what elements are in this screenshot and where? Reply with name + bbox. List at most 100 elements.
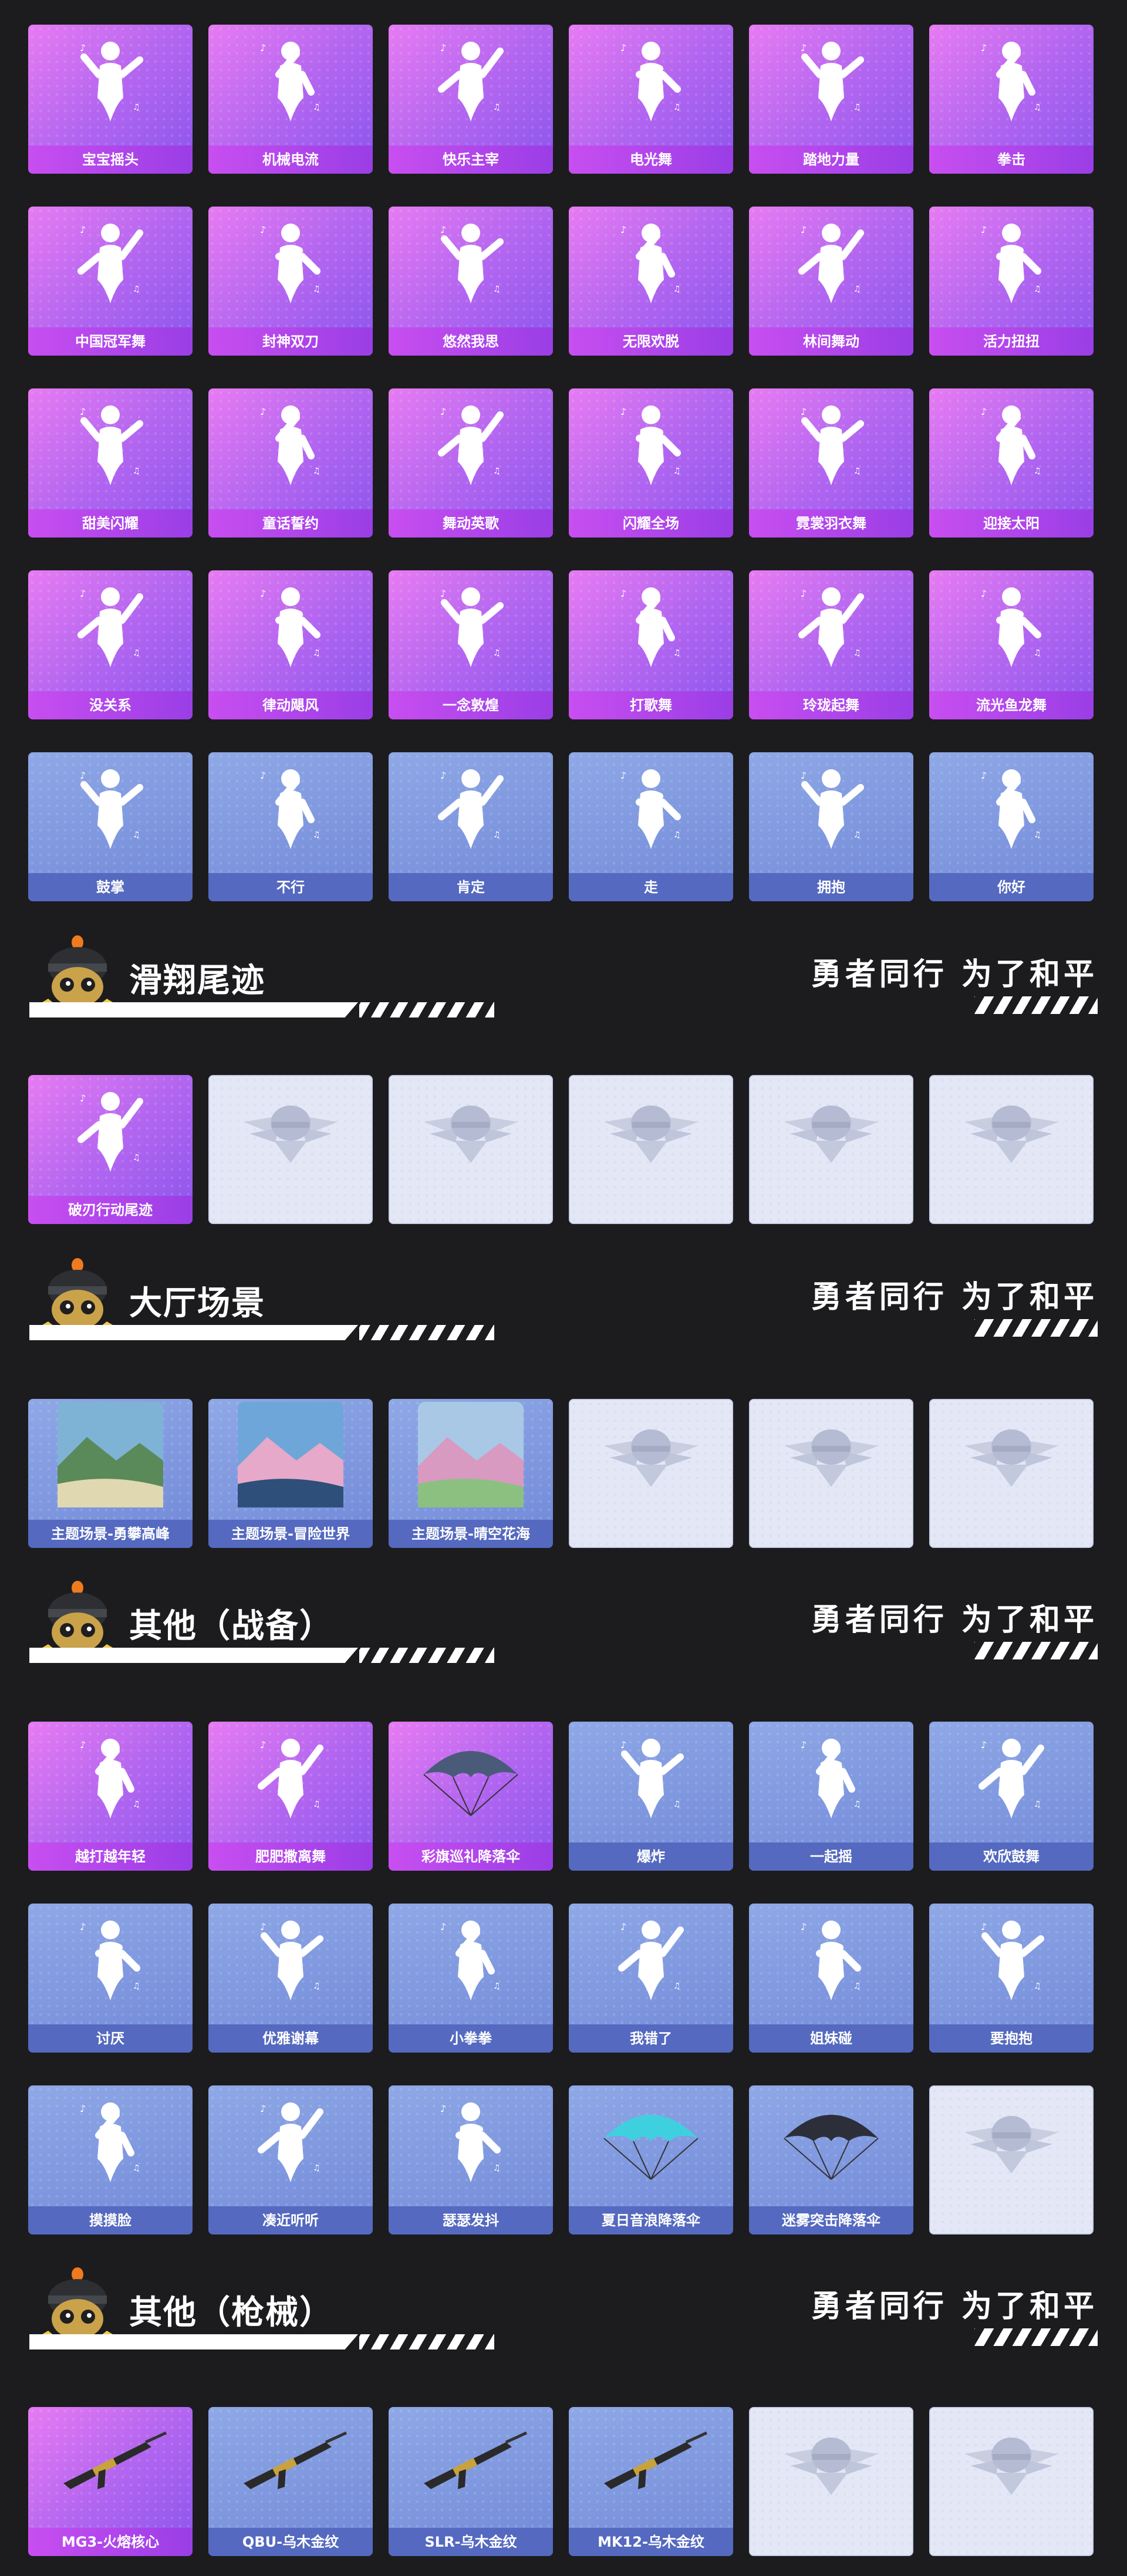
section-title: 大厅场景 bbox=[129, 1284, 265, 1323]
svg-text:♫: ♫ bbox=[673, 830, 681, 840]
empty-slot[interactable] bbox=[749, 1075, 913, 1224]
item-image: ♪ ♫ bbox=[793, 1730, 869, 1827]
svg-text:♪: ♪ bbox=[80, 588, 86, 599]
svg-text:♫: ♫ bbox=[1034, 1800, 1041, 1809]
emote-card[interactable]: ♪ ♫ 中国冠军舞 bbox=[28, 207, 193, 356]
gear-card[interactable]: ♪ ♫ 越打越年轻 bbox=[28, 1722, 193, 1871]
gun-card[interactable]: SLR-乌木金纹 bbox=[389, 2407, 553, 2556]
emote-card[interactable]: ♪ ♫ 没关系 bbox=[28, 570, 193, 719]
item-label: 童话誓约 bbox=[208, 509, 373, 537]
item-image bbox=[232, 2430, 349, 2497]
item-image bbox=[238, 1401, 343, 1510]
emote-card[interactable]: ♪ ♫ 打歌舞 bbox=[569, 570, 733, 719]
emote-card[interactable]: ♪ ♫ 无限欢脱 bbox=[569, 207, 733, 356]
emote-card[interactable]: ♪ ♫ 甜美闪耀 bbox=[28, 388, 193, 537]
emote-card[interactable]: ♪ ♫ 宝宝摇头 bbox=[28, 25, 193, 174]
emote-card[interactable]: ♪ ♫ 拳击 bbox=[929, 25, 1094, 174]
emote-card[interactable]: ♪ ♫ 一念敦煌 bbox=[389, 570, 553, 719]
item-image bbox=[778, 2419, 884, 2509]
emote-card[interactable]: ♪ ♫ 童话誓约 bbox=[208, 388, 373, 537]
svg-text:♫: ♫ bbox=[673, 1800, 681, 1809]
empty-slot[interactable] bbox=[929, 2407, 1094, 2556]
gear-card[interactable]: ♪ ♫ 瑟瑟发抖 bbox=[389, 2085, 553, 2234]
emote-card[interactable]: ♪ ♫ 鼓掌 bbox=[28, 752, 193, 901]
emote-card[interactable]: ♪ ♫ 玲珑起舞 bbox=[749, 570, 913, 719]
emote-card[interactable]: ♪ ♫ 舞动英歌 bbox=[389, 388, 553, 537]
item-image bbox=[52, 2430, 169, 2497]
emote-card[interactable]: ♪ ♫ 林间舞动 bbox=[749, 207, 913, 356]
emote-card[interactable]: ♪ ♫ 律动飓风 bbox=[208, 570, 373, 719]
svg-text:♪: ♪ bbox=[440, 406, 446, 417]
svg-text:♫: ♫ bbox=[493, 1982, 501, 1991]
emote-card[interactable]: ♪ ♫ 你好 bbox=[929, 752, 1094, 901]
svg-text:♫: ♫ bbox=[313, 830, 320, 840]
gear-card[interactable]: ♪ ♫ 欢欣鼓舞 bbox=[929, 1722, 1094, 1871]
svg-text:♫: ♫ bbox=[133, 466, 140, 476]
emote-card[interactable]: ♪ ♫ 霓裳羽衣舞 bbox=[749, 388, 913, 537]
empty-slot[interactable] bbox=[929, 1075, 1094, 1224]
empty-slot[interactable] bbox=[569, 1399, 733, 1548]
gear-card[interactable]: ♪ ♫ 姐妹碰 bbox=[749, 1904, 913, 2053]
svg-text:♫: ♫ bbox=[313, 648, 320, 658]
emote-card[interactable]: ♪ ♫ 活力扭扭 bbox=[929, 207, 1094, 356]
emote-card[interactable]: ♪ ♫ 不行 bbox=[208, 752, 373, 901]
empty-slot[interactable] bbox=[929, 1399, 1094, 1548]
item-image: ♪ ♫ bbox=[433, 2094, 509, 2190]
gun-card[interactable]: QBU-乌木金纹 bbox=[208, 2407, 373, 2556]
emote-card[interactable]: ♪ ♫ 电光舞 bbox=[569, 25, 733, 174]
gear-card[interactable]: ♪ ♫ 一起摇 bbox=[749, 1722, 913, 1871]
empty-slot[interactable] bbox=[389, 1075, 553, 1224]
emote-card[interactable]: ♪ ♫ 拥抱 bbox=[749, 752, 913, 901]
lobby-scene-card[interactable]: 主题场景-晴空花海 bbox=[389, 1399, 553, 1548]
svg-text:♪: ♪ bbox=[620, 1921, 626, 1932]
emote-card[interactable]: ♪ ♫ 肯定 bbox=[389, 752, 553, 901]
gear-card[interactable]: ♪ ♫ 我错了 bbox=[569, 1904, 733, 2053]
item-label: 不行 bbox=[208, 873, 373, 901]
item-image: ♪ ♫ bbox=[72, 2094, 149, 2190]
svg-text:♫: ♫ bbox=[853, 1982, 861, 1991]
item-image bbox=[592, 2430, 710, 2497]
empty-slot[interactable] bbox=[749, 2407, 913, 2556]
gear-card[interactable]: ♪ ♫ 优雅谢幕 bbox=[208, 1904, 373, 2053]
gear-card[interactable]: ♪ ♫ 摸摸脸 bbox=[28, 2085, 193, 2234]
trail-card[interactable]: ♪ ♫ 破刃行动尾迹 bbox=[28, 1075, 193, 1224]
svg-text:♪: ♪ bbox=[440, 224, 446, 235]
svg-text:♫: ♫ bbox=[133, 103, 140, 112]
item-image: ♪ ♫ bbox=[252, 397, 329, 493]
svg-text:♪: ♪ bbox=[620, 224, 626, 235]
emote-card[interactable]: ♪ ♫ 迎接太阳 bbox=[929, 388, 1094, 537]
gun-card[interactable]: MG3-火熔核心 bbox=[28, 2407, 193, 2556]
emote-card[interactable]: ♪ ♫ 封神双刀 bbox=[208, 207, 373, 356]
gun-card[interactable]: MK12-乌木金纹 bbox=[569, 2407, 733, 2556]
empty-slot[interactable] bbox=[929, 2085, 1094, 2234]
gear-card[interactable]: 迷雾突击降落伞 bbox=[749, 2085, 913, 2234]
emote-card[interactable]: ♪ ♫ 踏地力量 bbox=[749, 25, 913, 174]
svg-text:♪: ♪ bbox=[260, 224, 266, 235]
svg-text:♪: ♪ bbox=[801, 1921, 807, 1932]
stripes-decoration bbox=[974, 1642, 1098, 1659]
emote-card[interactable]: ♪ ♫ 闪耀全场 bbox=[569, 388, 733, 537]
item-image: ♪ ♫ bbox=[433, 33, 509, 130]
gear-card[interactable]: ♪ ♫ 肥肥撒离舞 bbox=[208, 1722, 373, 1871]
svg-text:♪: ♪ bbox=[440, 1921, 446, 1932]
empty-slot[interactable] bbox=[749, 1399, 913, 1548]
item-image bbox=[778, 2097, 884, 2188]
emote-card[interactable]: ♪ ♫ 走 bbox=[569, 752, 733, 901]
lobby-scene-card[interactable]: 主题场景-勇攀高峰 bbox=[28, 1399, 193, 1548]
gear-card[interactable]: 彩旗巡礼降落伞 bbox=[389, 1722, 553, 1871]
emote-card[interactable]: ♪ ♫ 流光鱼龙舞 bbox=[929, 570, 1094, 719]
gear-card[interactable]: ♪ ♫ 小拳拳 bbox=[389, 1904, 553, 2053]
emote-card[interactable]: ♪ ♫ 快乐主宰 bbox=[389, 25, 553, 174]
empty-slot[interactable] bbox=[208, 1075, 373, 1224]
svg-text:♪: ♪ bbox=[80, 42, 86, 53]
gear-card[interactable]: ♪ ♫ 凑近听听 bbox=[208, 2085, 373, 2234]
gear-card[interactable]: ♪ ♫ 爆炸 bbox=[569, 1722, 733, 1871]
gear-card[interactable]: ♪ ♫ 要抱抱 bbox=[929, 1904, 1094, 2053]
emote-card[interactable]: ♪ ♫ 悠然我思 bbox=[389, 207, 553, 356]
gear-card[interactable]: 夏日音浪降落伞 bbox=[569, 2085, 733, 2234]
emote-card[interactable]: ♪ ♫ 机械电流 bbox=[208, 25, 373, 174]
svg-text:♫: ♫ bbox=[313, 2163, 320, 2173]
gear-card[interactable]: ♪ ♫ 讨厌 bbox=[28, 1904, 193, 2053]
empty-slot[interactable] bbox=[569, 1075, 733, 1224]
lobby-scene-card[interactable]: 主题场景-冒险世界 bbox=[208, 1399, 373, 1548]
